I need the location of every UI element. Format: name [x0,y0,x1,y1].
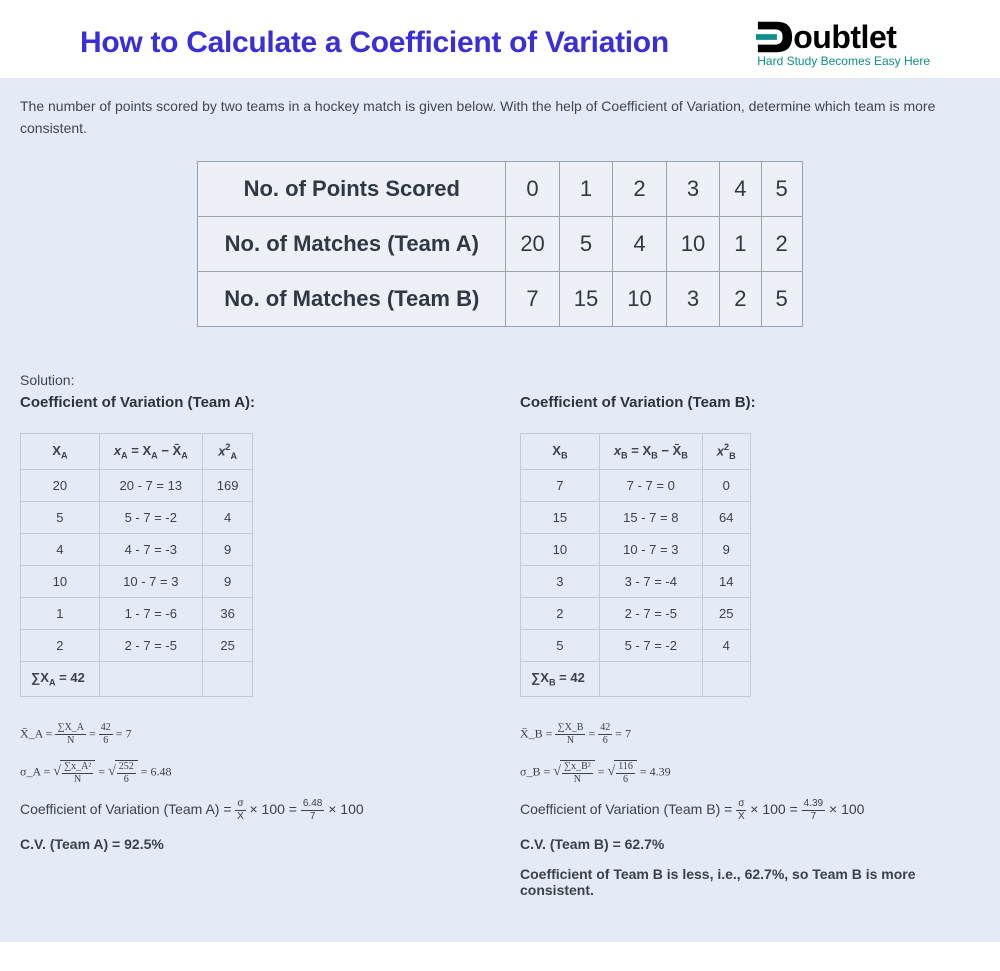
calc-cell: 5 [521,630,600,662]
team-b-cv-formula: Coefficient of Variation (Team B) = σX̄ … [520,799,980,822]
calc-cell: 9 [202,566,253,598]
data-cell: 1 [720,217,761,272]
calc-cell: 4 [21,534,100,566]
data-cell: 3 [666,272,719,327]
calc-cell: 4 [202,502,253,534]
calc-cell: 36 [202,598,253,630]
logo-text: oubtlet [793,19,896,56]
row-header: No. of Matches (Team A) [198,217,506,272]
calc-cell: 4 [702,630,750,662]
data-cell: 2 [720,272,761,327]
data-cell: 15 [559,272,612,327]
calc-cell: 3 - 7 = -4 [599,566,702,598]
calc-cell: 64 [702,502,750,534]
calc-cell: 1 [21,598,100,630]
calc-cell: 1 - 7 = -6 [99,598,202,630]
calc-cell: 9 [702,534,750,566]
calc-cell: 2 - 7 = -5 [99,630,202,662]
team-b-sd: σ_B = ∑x_B²N = 1166 = 4.39 [520,760,980,785]
problem-statement: The number of points scored by two teams… [20,96,980,139]
data-cell: 2 [761,217,802,272]
row-header: No. of Matches (Team B) [198,272,506,327]
team-b-column: Coefficient of Variation (Team B): XBxB … [520,394,980,912]
calc-cell: 3 [521,566,600,598]
data-cell: 20 [506,217,559,272]
solution-label: Solution: [20,372,980,388]
data-cell: 5 [761,272,802,327]
calc-cell: 14 [702,566,750,598]
page-title: How to Calculate a Coefficient of Variat… [80,26,669,60]
data-cell: 4 [613,217,666,272]
team-b-mean: X̄_B = ∑X_BN = 426 = 7 [520,723,980,746]
conclusion: Coefficient of Team B is less, i.e., 62.… [520,866,980,898]
calc-cell: 10 [521,534,600,566]
tagline: Hard Study Becomes Easy Here [757,54,930,68]
calc-cell: 2 - 7 = -5 [599,598,702,630]
solution-columns: Coefficient of Variation (Team A): XAxA … [20,394,980,912]
data-table: No. of Points Scored012345No. of Matches… [197,161,803,327]
calc-cell: 15 [521,502,600,534]
team-b-heading: Coefficient of Variation (Team B): [520,394,980,411]
data-cell: 3 [666,162,719,217]
data-cell: 10 [666,217,719,272]
calc-cell: 2 [21,630,100,662]
team-a-column: Coefficient of Variation (Team A): XAxA … [20,394,480,912]
team-a-cv-formula: Coefficient of Variation (Team A) = σX̄ … [20,799,480,822]
calc-cell: 7 - 7 = 0 [599,470,702,502]
data-cell: 7 [506,272,559,327]
team-b-result: C.V. (Team B) = 62.7% [520,836,980,852]
data-cell: 0 [506,162,559,217]
team-a-result: C.V. (Team A) = 92.5% [20,836,480,852]
data-cell: 10 [613,272,666,327]
row-header: No. of Points Scored [198,162,506,217]
team-b-table: XBxB = XB − X̄Bx2B77 - 7 = 001515 - 7 = … [520,433,751,697]
calc-cell: 10 [21,566,100,598]
calc-cell: 15 - 7 = 8 [599,502,702,534]
logo-icon [754,18,796,56]
calc-cell: 2 [521,598,600,630]
calc-cell: 7 [521,470,600,502]
data-cell: 4 [720,162,761,217]
team-a-table: XAxA = XA − X̄Ax2A2020 - 7 = 1316955 - 7… [20,433,253,697]
data-cell: 5 [761,162,802,217]
logo-block: oubtlet Hard Study Becomes Easy Here [754,18,930,68]
data-cell: 1 [559,162,612,217]
calc-cell: 25 [702,598,750,630]
calc-cell: 169 [202,470,253,502]
calc-cell: 5 [21,502,100,534]
team-a-mean: X̄_A = ∑X_AN = 426 = 7 [20,723,480,746]
calc-cell: 0 [702,470,750,502]
calc-cell: 25 [202,630,253,662]
data-cell: 2 [613,162,666,217]
calc-cell: 5 - 7 = -2 [599,630,702,662]
team-a-heading: Coefficient of Variation (Team A): [20,394,480,411]
calc-cell: 10 - 7 = 3 [599,534,702,566]
calc-cell: 10 - 7 = 3 [99,566,202,598]
calc-cell: 5 - 7 = -2 [99,502,202,534]
team-a-sd: σ_A = ∑x_A²N = 2526 = 6.48 [20,760,480,785]
content: The number of points scored by two teams… [0,78,1000,942]
calc-cell: 20 [21,470,100,502]
data-cell: 5 [559,217,612,272]
header: How to Calculate a Coefficient of Variat… [0,0,1000,78]
calc-cell: 9 [202,534,253,566]
logo: oubtlet [754,18,930,56]
calc-cell: 4 - 7 = -3 [99,534,202,566]
calc-cell: 20 - 7 = 13 [99,470,202,502]
